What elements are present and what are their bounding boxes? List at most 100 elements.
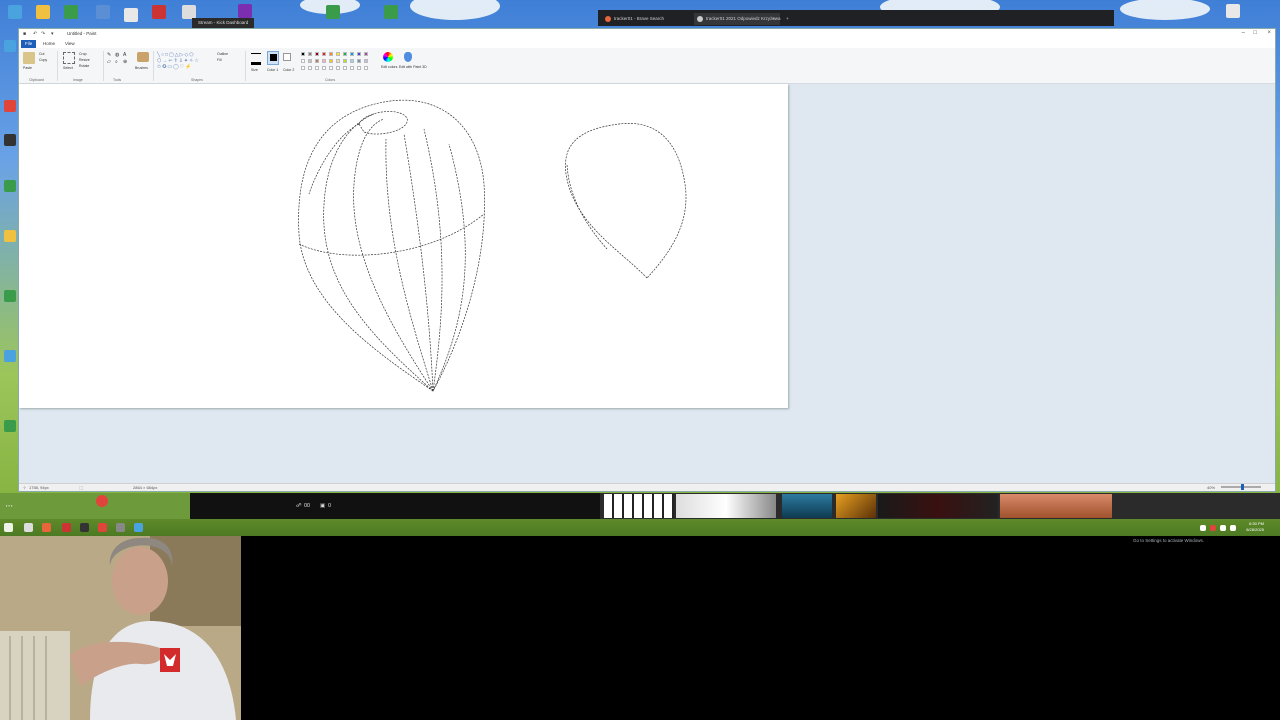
palette-swatch[interactable] [357,52,361,56]
magnifier-icon[interactable]: ⊕ [123,59,127,65]
tab-view[interactable]: View [61,40,79,48]
maximize-icon[interactable]: □ [1253,30,1257,36]
new-tab-icon[interactable]: + [784,13,794,25]
tray-icon[interactable] [1200,525,1206,531]
edit-colors-button[interactable]: Edit colors [381,65,397,69]
desktop-icon[interactable] [4,100,16,112]
start-icon[interactable] [4,523,13,532]
palette-swatch[interactable] [343,52,347,56]
app-icon[interactable] [98,523,107,532]
browser-tab-active[interactable]: tracker01 2021 Odpowiedz Krzyżowa [694,13,781,25]
custom-color-slot[interactable] [350,66,354,70]
select-button[interactable]: Select [63,66,73,70]
desktop-icon[interactable] [4,420,16,432]
brushes-icon[interactable] [137,52,149,62]
volume-icon[interactable] [1230,525,1236,531]
palette-swatch[interactable] [301,59,305,63]
palette-swatch[interactable] [364,59,368,63]
resize-button[interactable]: Resize [79,58,90,62]
color-picker-icon[interactable]: ⌕ [115,59,118,65]
paste-icon[interactable] [23,52,35,64]
palette-swatch[interactable] [315,59,319,63]
thumbnail[interactable] [1000,494,1112,518]
browser-tab-search[interactable]: tracker01 - Brave Search [602,13,694,25]
custom-color-slot[interactable] [329,66,333,70]
redo-icon[interactable]: ↷ [41,31,45,37]
shapes-gallery[interactable]: ╲○□▢△▷◇⬠ ⬡→⇐⇑⇓✦✧☆ ✩✪▭◯♡⚡ [157,52,213,74]
desktop-icon[interactable] [4,290,16,302]
palette-swatch[interactable] [308,59,312,63]
palette-swatch[interactable] [336,52,340,56]
this-pc-icon[interactable] [8,5,22,19]
app-icon[interactable] [238,4,252,18]
paste-button[interactable]: Paste [23,66,32,70]
tray-icon[interactable] [1210,525,1216,531]
app-icon[interactable] [182,5,196,19]
obs-icon[interactable] [80,523,89,532]
folder-icon[interactable] [36,5,50,19]
palette-swatch[interactable] [343,59,347,63]
app-icon[interactable] [326,5,340,19]
custom-color-slot[interactable] [301,66,305,70]
cut-button[interactable]: Cut [39,52,44,56]
fill-icon[interactable]: ◍ [115,52,119,58]
custom-color-slot[interactable] [357,66,361,70]
palette-swatch[interactable] [357,59,361,63]
desktop-icon[interactable] [4,134,16,146]
custom-color-slot[interactable] [343,66,347,70]
app-icon[interactable] [384,5,398,19]
minimize-icon[interactable]: – [1242,30,1245,36]
undo-icon[interactable]: ↶ [33,31,37,37]
file-icon[interactable] [1226,4,1240,18]
search-icon[interactable] [24,523,33,532]
close-tab-icon[interactable]: × [770,13,780,25]
desktop-icon[interactable] [4,230,16,242]
fill-button[interactable]: Fill [217,58,221,62]
palette-swatch[interactable] [329,59,333,63]
close-icon[interactable]: × [1267,30,1271,36]
crop-button[interactable]: Crop [79,52,87,56]
outline-button[interactable]: Outline [217,52,228,56]
palette-swatch[interactable] [350,59,354,63]
palette-swatch[interactable] [336,59,340,63]
dashboard-tab[interactable]: Stream - Kick Dashboard [192,18,255,28]
palette-swatch[interactable] [308,52,312,56]
app-icon[interactable] [124,8,138,22]
custom-color-slot[interactable] [315,66,319,70]
desktop-icon[interactable] [4,40,16,52]
palette-swatch[interactable] [350,52,354,56]
custom-color-slot[interactable] [322,66,326,70]
palette-swatch[interactable] [322,52,326,56]
palette-swatch[interactable] [364,52,368,56]
edit-colors-icon[interactable] [383,52,393,62]
paint-taskbar-icon[interactable] [134,523,143,532]
eraser-icon[interactable]: ▱ [107,59,111,65]
zoom-slider-thumb[interactable] [1241,484,1244,490]
thumbnail[interactable] [676,494,776,518]
drawing-canvas[interactable] [19,84,788,408]
thumbnail[interactable] [604,494,674,518]
color2-swatch[interactable] [283,53,291,61]
thumbnail[interactable] [782,494,832,518]
desktop-icon[interactable] [4,350,16,362]
rotate-button[interactable]: Rotate [79,64,89,68]
save-icon[interactable]: ■ [23,31,26,37]
edit-with-paint3d-button[interactable]: Edit with Paint 3D [399,65,427,69]
app-icon[interactable] [62,523,71,532]
palette-swatch[interactable] [322,59,326,63]
document-icon[interactable] [96,5,110,19]
text-icon[interactable]: A [123,52,126,58]
thumbnail[interactable] [878,494,998,518]
color1-button[interactable] [267,51,279,65]
paint3d-icon[interactable] [404,52,412,62]
custom-color-slot[interactable] [308,66,312,70]
copy-button[interactable]: Copy [39,58,47,62]
custom-color-slot[interactable] [364,66,368,70]
browser-icon[interactable] [42,523,51,532]
palette-swatch[interactable] [315,52,319,56]
pencil-icon[interactable]: ✎ [107,52,111,58]
palette-swatch[interactable] [329,52,333,56]
brushes-button[interactable]: Brushes [135,66,148,70]
size-icon[interactable] [251,53,261,65]
tab-home[interactable]: Home [39,40,59,48]
